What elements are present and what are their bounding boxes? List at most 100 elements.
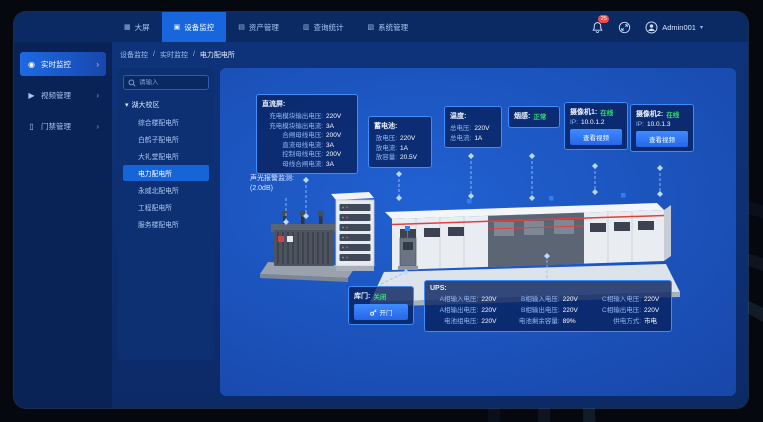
notification-badge: 25 [598, 15, 609, 23]
user-menu[interactable]: Admin001 ▾ [645, 21, 703, 34]
panel-title: 摄像机1: [570, 107, 597, 117]
left-sidebar: ◉ 实时监控 › ▶ 视频管理 › ▯ 门禁管理 › [14, 42, 112, 408]
tree-item-substation[interactable]: 工程配电所 [123, 199, 209, 215]
nav-tab-query-statistics[interactable]: ▥ 查询统计 [291, 12, 356, 42]
status-badge: 正常 [533, 111, 546, 121]
field-label: 声光报警监测: [250, 174, 294, 184]
temperature-panel: 温度: 总电压: 220V 总电流: 1A [444, 106, 502, 148]
field-value: 220V [481, 306, 503, 316]
gear-icon: ▧ [368, 23, 375, 31]
breadcrumb-item-current: 电力配电所 [200, 50, 235, 60]
nav-tab-device-monitoring[interactable]: ▣ 设备监控 [162, 12, 227, 42]
panel-title: 烟感: [514, 111, 530, 121]
tree-item-substation[interactable]: 服务楼配电所 [123, 216, 209, 232]
camera2-panel: 摄像机2: 在线 IP: 10.0.1.3 查看视频 [630, 104, 694, 152]
camera1-panel: 摄像机1: 在线 IP: 10.0.1.2 查看视频 [564, 102, 628, 150]
panel-title: 直流屏: [262, 99, 352, 109]
data-row: A相输出电压: 220V [430, 306, 503, 316]
dashboard-icon: ▦ [124, 23, 131, 31]
field-value: 3A [326, 122, 352, 132]
nav-tab-dashboard[interactable]: ▦ 大屏 [112, 12, 162, 42]
field-label: 总电压: [450, 124, 471, 134]
field-label: 电池组电压: [430, 317, 478, 327]
field-value: 220V [326, 112, 352, 122]
ups-panel: UPS: A相输入电压: 220V B相输入电压: 220V C相输入电压: 2… [424, 280, 672, 332]
dc-screen-panel: 直流屏: 充电模块输出电压: 220V 充电模块输出电流: 3A 合闸母线电压:… [256, 94, 358, 174]
data-row: 充电模块输出电流: 3A [262, 122, 352, 132]
search-input[interactable] [139, 79, 204, 86]
status-badge: 在线 [600, 107, 613, 117]
field-label: 放电压: [374, 134, 397, 144]
breadcrumb-item[interactable]: 实时监控 [160, 50, 188, 60]
status-badge: 关闭 [373, 291, 386, 301]
panel-title: 蓄电池: [374, 121, 426, 131]
data-row: 放电压: 220V [374, 134, 426, 144]
smoke-sensor-panel: 烟感: 正常 [508, 106, 560, 128]
page-background: ▦ 大屏 ▣ 设备监控 ▤ 资产管理 ▥ 查询统计 ▧ 系统管理 [0, 0, 763, 422]
station-tree-panel: ▾ 湖大校区 综合楼配电所 白鹤子配电所 大礼堂配电所 电力配电所 永威北配电所… [118, 68, 214, 360]
sidebar-item-video-management[interactable]: ▶ 视频管理 › [20, 83, 106, 107]
field-value: 10.0.1.2 [581, 119, 605, 126]
data-row: 直流母线电流: 3A [262, 141, 352, 151]
field-label: 总电流: [450, 134, 471, 144]
field-label: 充电模块输出电压: [262, 112, 323, 122]
field-label: A相输出电压: [430, 306, 478, 316]
switchgear-cabinet-row [385, 193, 671, 270]
field-label: 电池剩余容量: [511, 317, 559, 327]
notification-bell-icon[interactable]: 25 [591, 21, 604, 34]
tree-item-substation[interactable]: 大礼堂配电所 [123, 148, 209, 164]
data-row: C相输出电压: 220V [593, 306, 666, 316]
sidebar-item-realtime-monitoring[interactable]: ◉ 实时监控 › [20, 52, 106, 76]
field-label: 放电流: [374, 144, 397, 154]
field-value: 220V [563, 306, 585, 316]
data-row: 放容量: 20.5V [374, 153, 426, 163]
field-label: 直流母线电流: [262, 141, 323, 151]
nav-tab-label: 设备监控 [184, 22, 214, 33]
data-row: A相输入电压: 220V [430, 295, 503, 305]
monitor-icon: ▣ [174, 23, 181, 31]
data-row: 电池组电压: 220V [430, 317, 503, 327]
field-value: 220V [644, 295, 666, 305]
breadcrumb-item[interactable]: 设备监控 [120, 50, 148, 60]
tree-root-campus[interactable]: ▾ 湖大校区 [123, 98, 209, 114]
field-value: 220V [481, 295, 503, 305]
data-row: B相输入电压: 220V [511, 295, 584, 305]
data-row: 总电压: 220V [450, 124, 496, 134]
nav-tab-label: 大屏 [135, 22, 150, 33]
field-value: 3A [326, 160, 352, 170]
field-value: 200V [326, 150, 352, 160]
nav-tab-label: 查询统计 [314, 22, 344, 33]
nav-tab-system-management[interactable]: ▧ 系统管理 [356, 12, 421, 42]
data-row: 控制母线电压: 200V [262, 150, 352, 160]
data-row: 供电方式: 市电 [593, 317, 666, 327]
status-badge: 在线 [666, 109, 679, 119]
tree-item-substation-selected[interactable]: 电力配电所 [123, 165, 209, 181]
field-value: 220V [644, 306, 666, 316]
fullscreen-toggle[interactable] [618, 21, 631, 34]
tree-search [123, 75, 209, 90]
field-value: 10.0.1.3 [647, 121, 671, 128]
top-navbar: ▦ 大屏 ▣ 设备监控 ▤ 资产管理 ▥ 查询统计 ▧ 系统管理 [14, 12, 748, 42]
user-name: Admin001 [662, 23, 696, 32]
data-row: 母线合闸电流: 3A [262, 160, 352, 170]
tree-collapse-icon: ▾ [125, 101, 129, 109]
chevron-right-icon: › [96, 91, 99, 100]
breadcrumb-separator: / [193, 51, 195, 58]
view-video-button[interactable]: 查看视频 [636, 131, 688, 147]
data-row: 电池剩余容量: 89% [511, 317, 584, 327]
search-icon [128, 79, 136, 87]
video-icon: ▶ [27, 91, 36, 100]
sidebar-item-access-control[interactable]: ▯ 门禁管理 › [20, 114, 106, 138]
data-row: C相输入电压: 220V [593, 295, 666, 305]
tree-item-substation[interactable]: 综合楼配电所 [123, 114, 209, 130]
field-label: A相输入电压: [430, 295, 478, 305]
data-row: 总电流: 1A [450, 134, 496, 144]
open-door-button[interactable]: 开门 [354, 304, 408, 320]
realtime-monitor-icon: ◉ [27, 60, 36, 69]
view-video-button[interactable]: 查看视频 [570, 129, 622, 145]
tree-item-substation[interactable]: 白鹤子配电所 [123, 131, 209, 147]
nav-tab-asset-management[interactable]: ▤ 资产管理 [226, 12, 291, 42]
key-icon [370, 309, 377, 316]
sidebar-item-label: 实时监控 [41, 59, 71, 70]
tree-item-substation[interactable]: 永威北配电所 [123, 182, 209, 198]
